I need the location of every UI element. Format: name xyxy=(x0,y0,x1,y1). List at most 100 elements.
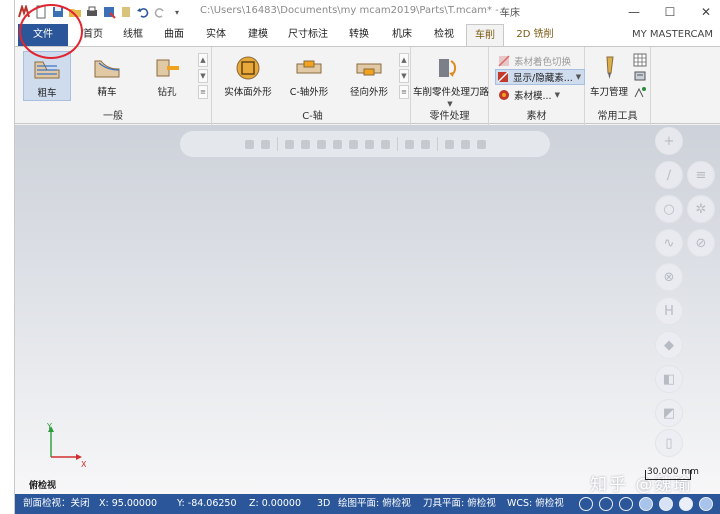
axis-x-label: X xyxy=(81,460,87,468)
window-select-icon[interactable] xyxy=(300,139,310,149)
part-handling-toolpath-button[interactable]: 车削零件处理刀路 ▼ xyxy=(413,51,489,108)
wireframe-icon[interactable]: ◧ xyxy=(655,365,683,393)
select-all-icon[interactable] xyxy=(244,139,254,149)
toolbar-grid-icon[interactable] xyxy=(633,53,647,67)
drill-icon xyxy=(156,59,179,77)
tab-2d-milling[interactable]: 2D 铣削 xyxy=(510,24,560,46)
vector-select-icon[interactable] xyxy=(332,139,342,149)
tab-model-prep[interactable]: 建模 xyxy=(240,24,276,46)
speed-feed-icon[interactable] xyxy=(633,85,647,99)
scroll-down-icon[interactable]: ▼ xyxy=(198,69,208,83)
toolbar-separator xyxy=(276,137,278,151)
expand-gallery-icon[interactable]: ≡ xyxy=(399,85,409,99)
clear-selection-icon[interactable] xyxy=(444,139,454,149)
manager-icon[interactable] xyxy=(119,5,133,19)
translate-icon[interactable]: ◩ xyxy=(655,399,683,427)
show-hide-stock-icon xyxy=(497,71,509,83)
tab-surfaces[interactable]: 曲面 xyxy=(156,24,192,46)
tab-solids[interactable]: 实体 xyxy=(198,24,234,46)
group-stock-label: 素材 xyxy=(526,111,547,122)
wcs-plane[interactable]: WCS: 俯检视 xyxy=(507,494,564,514)
tool-settings-icon[interactable] xyxy=(633,69,647,83)
finish-button[interactable]: 精车 xyxy=(83,51,131,101)
fit-icon[interactable]: ▯ xyxy=(655,429,683,457)
shaded-edges-icon[interactable] xyxy=(659,497,673,511)
single-select-icon[interactable] xyxy=(364,139,374,149)
no-entry-icon[interactable]: ⊘ xyxy=(687,229,715,257)
annotation-circle xyxy=(19,4,83,59)
grid-snap-icon[interactable] xyxy=(404,139,414,149)
redo-icon[interactable] xyxy=(153,5,167,19)
section-view-status[interactable]: 剖面检视：关闭 xyxy=(23,494,90,514)
scroll-down-icon[interactable]: ▼ xyxy=(399,69,409,83)
stock-model-icon xyxy=(499,90,509,100)
tab-turning[interactable]: 车削 xyxy=(466,24,504,47)
general-gallery-scroller[interactable]: ▲ ▼ ≡ xyxy=(198,53,208,99)
ribbon-panel: 粗车 精车 钻孔 ▲ ▼ ≡ 一般 实体面外形 C-轴外形 径向外形 ▲ ▼ ≡… xyxy=(15,46,720,125)
group-c-axis-label: C-轴 xyxy=(302,111,323,122)
tab-wireframe[interactable]: 线框 xyxy=(115,24,151,46)
dimension-icon[interactable]: H xyxy=(655,297,683,325)
construction-plane[interactable]: 绘图平面: 俯检视 xyxy=(338,494,411,514)
tool-manager-button[interactable]: 车刀管理 xyxy=(587,51,631,101)
c-axis-contour-icon xyxy=(296,60,322,74)
minimize-button[interactable]: — xyxy=(625,3,643,21)
refresh-icon[interactable] xyxy=(476,139,486,149)
stock-shading-toggle[interactable]: 素材着色切换 xyxy=(497,53,571,69)
globe-icon[interactable] xyxy=(579,497,593,511)
scroll-up-icon[interactable]: ▲ xyxy=(399,53,409,67)
x-coordinate: X: 95.00000 xyxy=(99,498,158,509)
chain-select-icon[interactable] xyxy=(284,139,294,149)
z-coordinate: Z: 0.00000 xyxy=(249,498,302,509)
area-select-icon[interactable] xyxy=(348,139,358,149)
close-button[interactable]: ✕ xyxy=(697,3,715,21)
c-axis-contour-button[interactable]: C-轴外形 xyxy=(281,51,337,101)
shade-icon[interactable]: ◆ xyxy=(655,331,683,359)
group-select-icon[interactable] xyxy=(380,139,390,149)
print-icon[interactable] xyxy=(85,5,99,19)
maximize-button[interactable]: ☐ xyxy=(661,3,679,21)
my-mastercam-link[interactable]: MY MASTERCAM xyxy=(632,24,713,46)
quick-mask-toolbar[interactable] xyxy=(180,131,550,157)
stock-shading-icon xyxy=(498,55,510,67)
spline-icon[interactable]: ∿ xyxy=(655,229,683,257)
hidden-lines-icon[interactable] xyxy=(699,497,713,511)
layers-icon[interactable]: ≡ xyxy=(687,161,715,189)
tab-transform[interactable]: 转换 xyxy=(341,24,377,46)
save-as-icon[interactable] xyxy=(102,5,116,19)
auto-cursor-icon[interactable] xyxy=(420,139,430,149)
drill-button[interactable]: 钻孔 xyxy=(143,51,191,101)
shaded-mode-icon[interactable] xyxy=(639,497,653,511)
stock-model-button[interactable]: 素材模... ▼ xyxy=(497,87,560,103)
radial-contour-button[interactable]: 径向外形 xyxy=(343,51,395,101)
translucency-icon[interactable] xyxy=(679,497,693,511)
graphics-viewport[interactable]: + ∕ ≡ ○ ✲ ∿ ⊘ ⊗ H ◆ ◧ ◩ ▯ Y X 俯检视 知乎 @魏瑜… xyxy=(15,125,720,494)
face-contour-button[interactable]: 实体面外形 xyxy=(221,51,275,101)
hide-icon[interactable]: ⊗ xyxy=(655,263,683,291)
mastercam-window: ▾ C:\Users\16483\Documents\my mcam2019\P… xyxy=(14,0,720,514)
file-path: C:\Users\16483\Documents\my mcam2019\Par… xyxy=(200,5,509,16)
scroll-up-icon[interactable]: ▲ xyxy=(198,53,208,67)
scale-bar xyxy=(645,470,691,480)
tab-machine[interactable]: 机床 xyxy=(384,24,420,46)
customize-qat-icon[interactable]: ▾ xyxy=(170,5,184,19)
line-icon[interactable]: ∕ xyxy=(655,161,683,189)
view-cube-icon[interactable] xyxy=(599,497,613,511)
zoom-in-icon[interactable]: + xyxy=(655,127,683,155)
group-general-label: 一般 xyxy=(103,111,123,122)
group-stock: 素材着色切换 显示/隐藏素... ▼ 素材模... ▼ 素材 xyxy=(489,47,586,125)
expand-gallery-icon[interactable]: ≡ xyxy=(198,85,208,99)
tab-dimension[interactable]: 尺寸标注 xyxy=(283,24,333,46)
tool-plane[interactable]: 刀具平面: 俯检视 xyxy=(423,494,496,514)
polygon-select-icon[interactable] xyxy=(316,139,326,149)
c-axis-gallery-scroller[interactable]: ▲ ▼ ≡ xyxy=(399,53,409,99)
select-only-icon[interactable] xyxy=(260,139,270,149)
wireframe-mode-icon[interactable] xyxy=(619,497,633,511)
gear-icon[interactable]: ✲ xyxy=(687,195,715,223)
show-hide-stock-button[interactable]: 显示/隐藏素... ▼ xyxy=(495,69,586,85)
invert-selection-icon[interactable] xyxy=(460,139,470,149)
circle-icon[interactable]: ○ xyxy=(655,195,683,223)
tab-view[interactable]: 检视 xyxy=(426,24,462,46)
mode-3d-toggle[interactable]: 3D xyxy=(317,494,330,514)
undo-icon[interactable] xyxy=(136,5,150,19)
